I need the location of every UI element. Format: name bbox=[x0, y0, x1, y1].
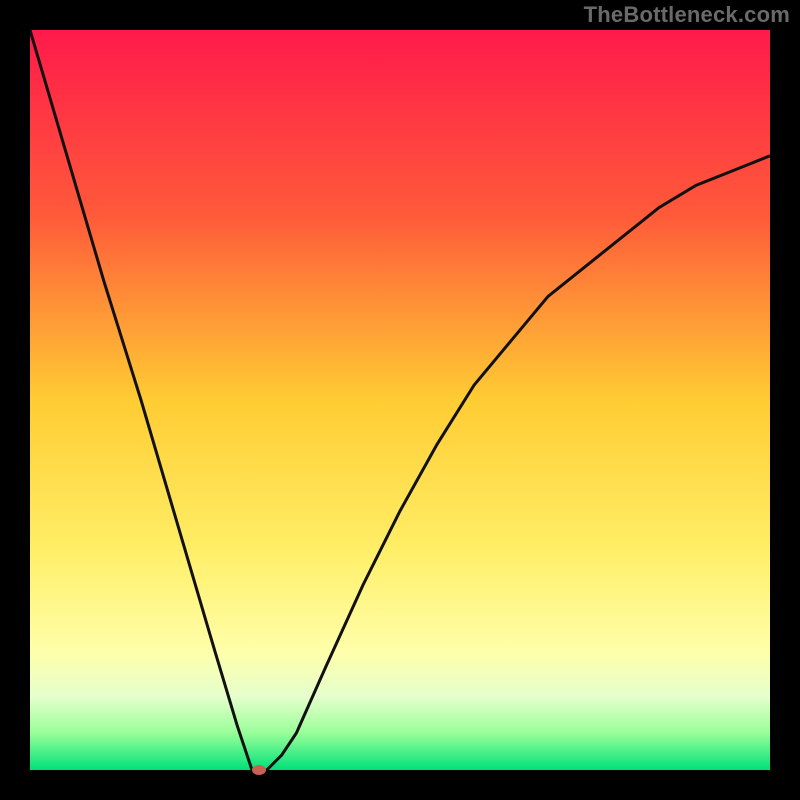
chart-frame: TheBottleneck.com bbox=[0, 0, 800, 800]
chart-svg bbox=[30, 30, 770, 770]
minimum-marker bbox=[252, 765, 266, 775]
plot-area bbox=[30, 30, 770, 770]
watermark-text: TheBottleneck.com bbox=[584, 2, 790, 28]
